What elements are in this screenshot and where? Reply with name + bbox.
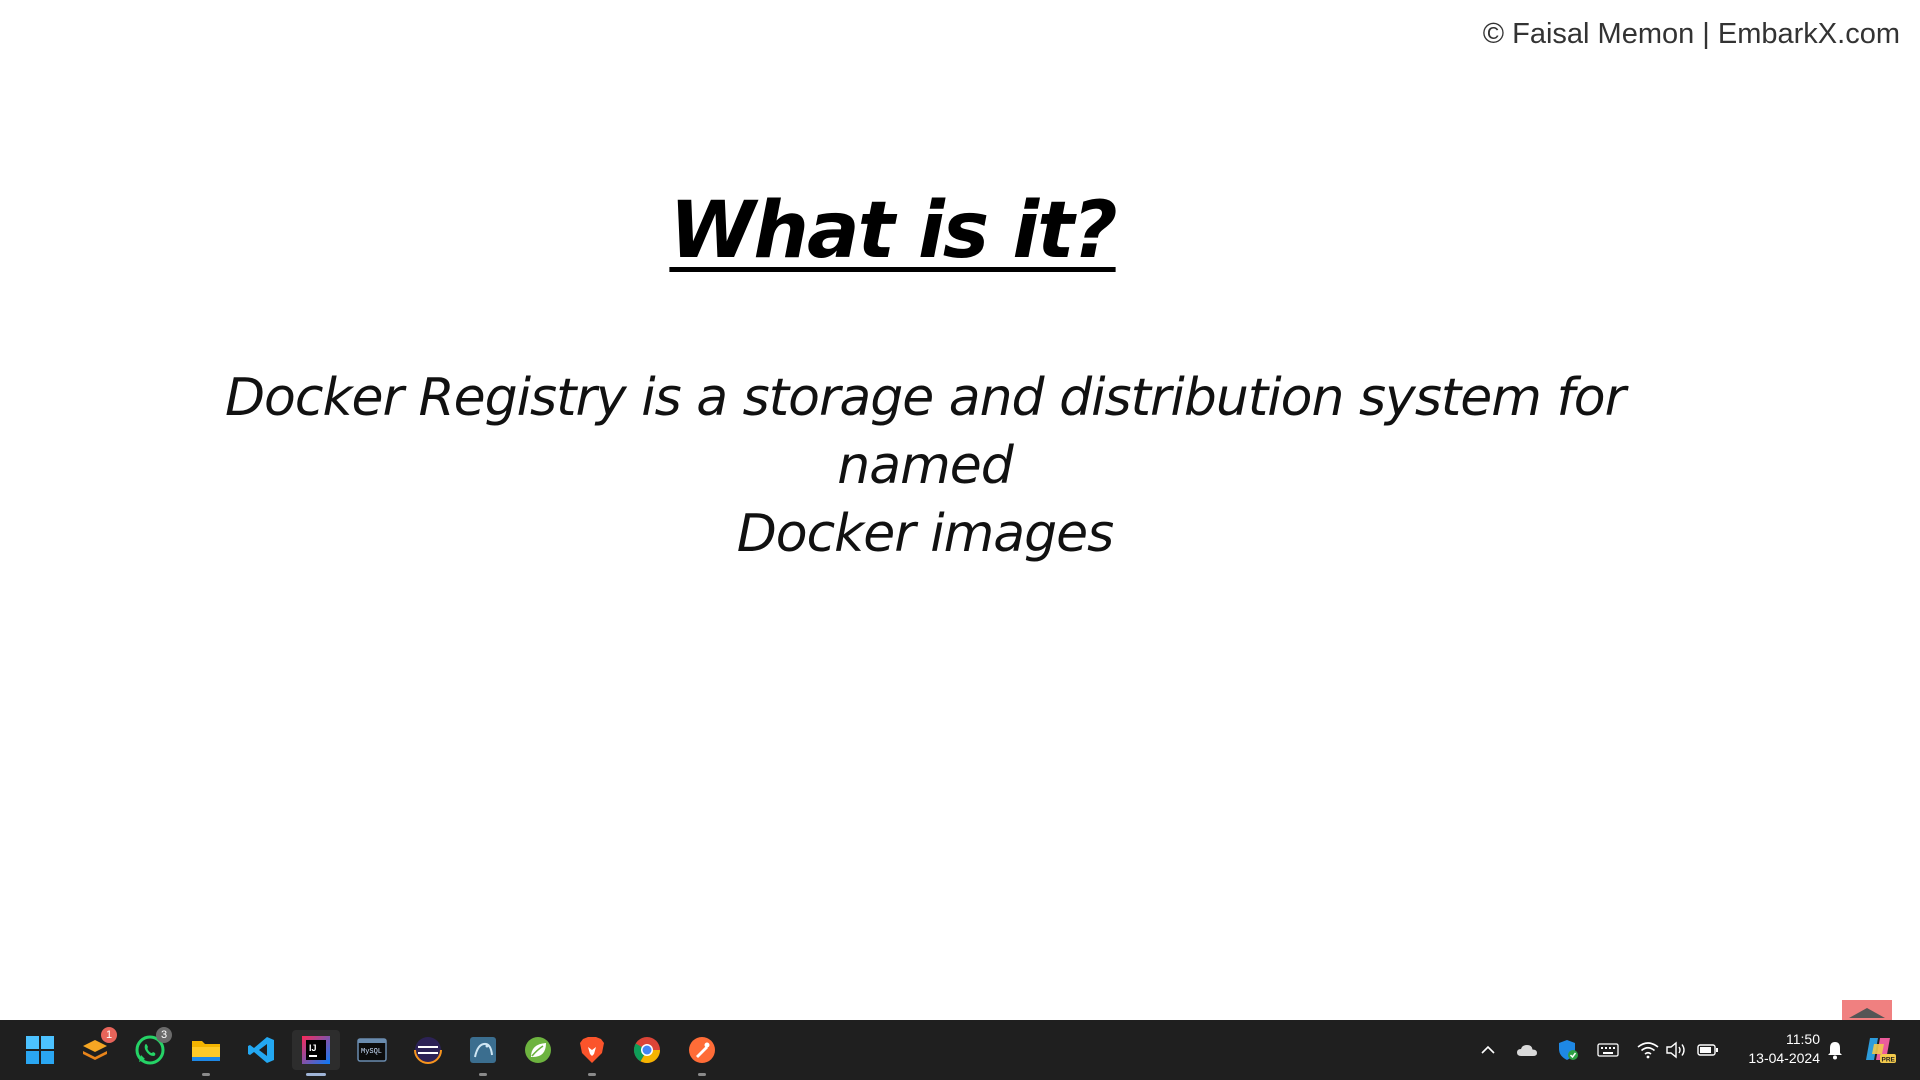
onedrive-tray-button[interactable] — [1515, 1038, 1539, 1062]
copilot-icon: PRE — [1866, 1038, 1896, 1064]
battery-tray-button[interactable] — [1696, 1038, 1720, 1062]
chevron-up-icon — [1481, 1045, 1495, 1054]
taskbar-app-intellij[interactable]: IJ — [292, 1030, 340, 1076]
speaker-icon — [1666, 1041, 1685, 1059]
running-indicator — [202, 1073, 210, 1076]
start-button[interactable] — [20, 1030, 60, 1070]
taskbar-app-whatsapp[interactable]: 3 — [130, 1027, 172, 1070]
intellij-icon: IJ — [302, 1036, 330, 1064]
security-tray-button[interactable] — [1556, 1038, 1580, 1062]
clock-date: 13-04-2024 — [1748, 1050, 1820, 1066]
battery-icon — [1697, 1044, 1718, 1056]
copilot-badge-text: PRE — [1882, 1057, 1896, 1064]
taskbar-app-vscode[interactable] — [241, 1030, 281, 1070]
vscode-icon — [248, 1037, 274, 1063]
wifi-tray-button[interactable] — [1636, 1038, 1660, 1062]
running-indicator — [306, 1073, 326, 1076]
taskbar-app-terminal[interactable]: MySQL — [352, 1030, 392, 1070]
keyboard-tray-button[interactable] — [1596, 1038, 1620, 1062]
wifi-icon — [1637, 1042, 1659, 1059]
folder-icon — [192, 1041, 220, 1061]
postman-icon — [689, 1037, 715, 1063]
show-hidden-icons-button[interactable] — [1476, 1038, 1500, 1062]
running-indicator — [588, 1073, 596, 1076]
running-indicator — [698, 1073, 706, 1076]
keyboard-icon — [1597, 1043, 1619, 1057]
slide-body-line-1: Docker Registry is a storage and distrib… — [225, 368, 1626, 496]
windows-logo-icon — [26, 1036, 54, 1064]
running-indicator — [479, 1073, 487, 1076]
taskbar-app-stack[interactable]: 1 — [75, 1027, 117, 1070]
taskbar-app-eclipse[interactable] — [408, 1030, 448, 1070]
taskbar-app-mysql-workbench[interactable] — [463, 1030, 503, 1076]
eclipse-icon — [414, 1037, 442, 1064]
spring-leaf-icon — [525, 1037, 551, 1063]
notification-badge: 1 — [101, 1027, 117, 1043]
terminal-icon: MySQL — [357, 1038, 387, 1062]
slide-title: What is it? — [0, 186, 1785, 276]
slide-body: Docker Registry is a storage and distrib… — [190, 364, 1660, 568]
brave-icon — [580, 1037, 604, 1063]
notifications-button[interactable] — [1823, 1038, 1847, 1062]
taskbar-app-chrome[interactable] — [627, 1030, 667, 1070]
volume-tray-button[interactable] — [1664, 1038, 1688, 1062]
bell-icon — [1828, 1042, 1842, 1060]
clock-button[interactable]: 11:50 13-04-2024 — [1728, 1030, 1820, 1068]
intellij-icon-text: IJ — [309, 1043, 317, 1053]
slide-body-line-2: Docker images — [736, 504, 1115, 564]
terminal-icon-text: MySQL — [361, 1048, 382, 1056]
shield-check-icon — [1559, 1040, 1578, 1060]
notification-badge: 3 — [156, 1027, 172, 1043]
copilot-button[interactable]: PRE — [1864, 1034, 1896, 1064]
clock-time: 11:50 — [1786, 1031, 1820, 1047]
slide: © Faisal Memon | EmbarkX.com What is it?… — [0, 0, 1920, 1020]
mysql-icon — [470, 1037, 496, 1063]
taskbar-app-brave[interactable] — [572, 1030, 612, 1076]
copyright-notice: © Faisal Memon | EmbarkX.com — [1482, 18, 1900, 50]
taskbar: 1 3 IJ MySQL 11:50 13-04-2024 PRE — [0, 1020, 1920, 1080]
chrome-icon — [633, 1037, 661, 1064]
taskbar-app-spring-tools[interactable] — [518, 1030, 558, 1070]
taskbar-app-postman[interactable] — [682, 1030, 722, 1076]
cloud-icon — [1517, 1045, 1537, 1056]
taskbar-app-file-explorer[interactable] — [186, 1030, 226, 1076]
scroll-to-top-button[interactable] — [1842, 1000, 1892, 1020]
slide-title-text: What is it? — [669, 186, 1117, 276]
